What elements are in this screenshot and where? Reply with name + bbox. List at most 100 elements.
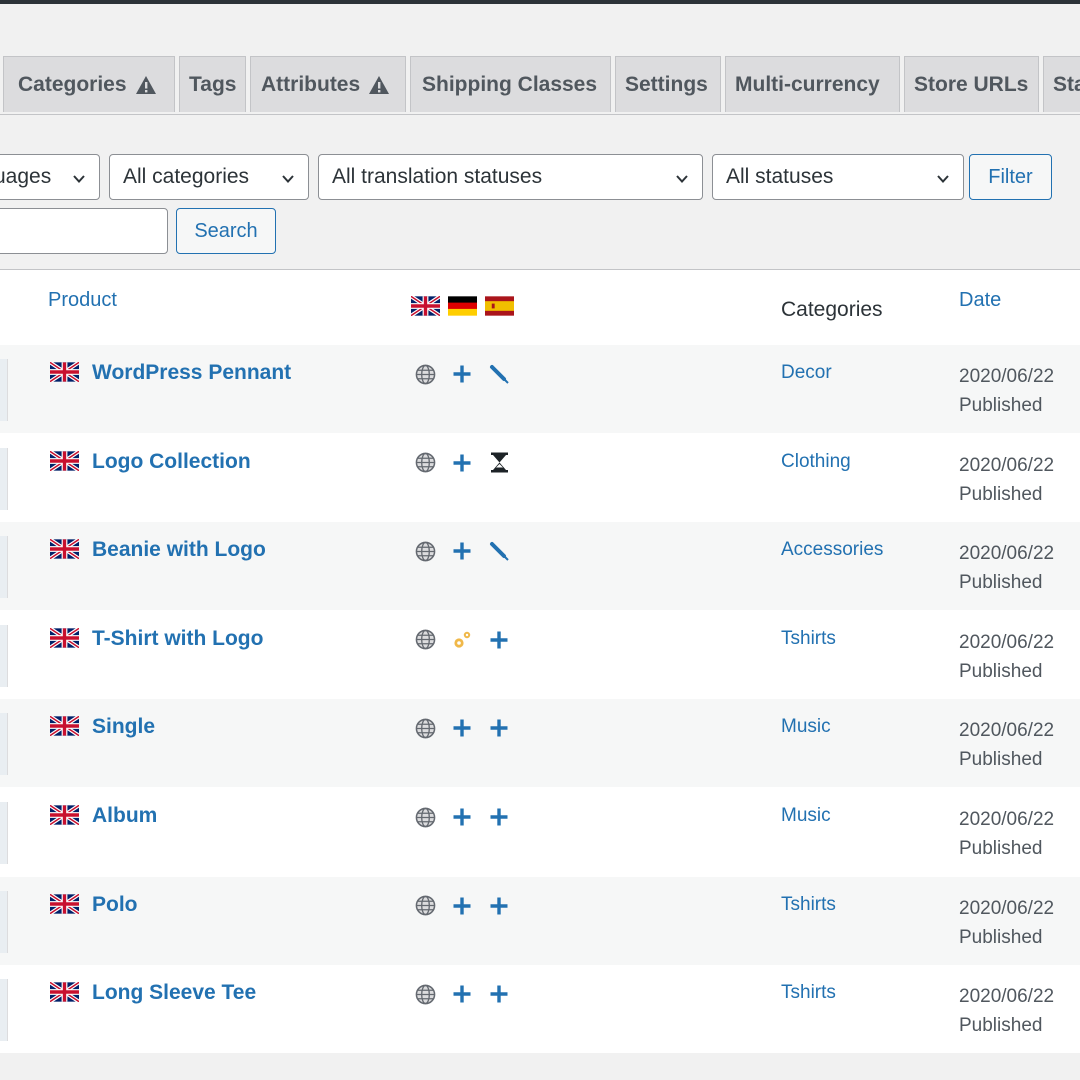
flag-uk-icon	[48, 892, 81, 919]
post-status-select-value: All statuses	[726, 165, 834, 188]
date-value: 2020/06/22	[959, 720, 1055, 742]
pencil-icon[interactable]	[488, 540, 510, 562]
flag-uk-icon	[48, 803, 81, 830]
globe-icon	[414, 540, 436, 562]
search-button[interactable]: Search	[176, 208, 276, 254]
post-status: Published	[959, 838, 1043, 859]
globe-icon	[414, 629, 436, 651]
post-status: Published	[959, 1015, 1043, 1037]
flag-uk-icon	[411, 296, 440, 316]
product-thumbnail[interactable]	[0, 979, 8, 1042]
flag-de-icon	[448, 296, 477, 316]
languages-select[interactable]: uages	[0, 154, 100, 200]
tab-label: Settings	[625, 72, 708, 96]
date-value: 2020/06/22	[959, 366, 1055, 387]
product-thumbnail[interactable]	[0, 359, 8, 421]
post-status: Published	[959, 749, 1043, 771]
plus-icon[interactable]	[488, 629, 510, 651]
tab-label: Tags	[189, 72, 237, 96]
globe-icon	[414, 363, 436, 385]
category-select-value: All categories	[123, 165, 250, 188]
plus-icon[interactable]	[451, 452, 473, 474]
product-thumbnail[interactable]	[0, 890, 8, 953]
plus-icon[interactable]	[488, 717, 510, 739]
tab-status[interactable]: Sta	[1043, 56, 1080, 112]
product-title-link[interactable]: Album	[92, 804, 157, 828]
plus-icon[interactable]	[451, 983, 473, 1005]
category-select[interactable]: All categories	[109, 154, 309, 200]
product-title-link[interactable]: Long Sleeve Tee	[92, 981, 256, 1005]
tab-multi-currency[interactable]: Multi-currency	[725, 56, 900, 112]
date-cell: 2020/06/22 Published	[959, 539, 1054, 597]
flag-uk-icon	[48, 980, 81, 1007]
category-link[interactable]: Decor	[781, 362, 832, 384]
tab-settings[interactable]: Settings	[615, 56, 721, 112]
post-status: Published	[959, 572, 1043, 594]
product-title-link[interactable]: WordPress Pennant	[92, 361, 291, 385]
filter-button[interactable]: Filter	[969, 154, 1052, 200]
languages-select-value: uages	[0, 165, 52, 188]
flag-es-icon	[485, 296, 514, 316]
globe-icon	[414, 983, 436, 1005]
tab-attributes[interactable]: Attributes	[250, 56, 406, 112]
date-cell: 2020/06/22 Published	[959, 362, 1054, 420]
category-link[interactable]: Tshirts	[781, 894, 836, 916]
tab-label: Store URLs	[914, 72, 1029, 96]
table-row: T-Shirt with Logo Tshirts 2020/06/22 Publis…	[0, 611, 1080, 699]
plus-icon[interactable]	[451, 806, 473, 828]
category-link[interactable]: Tshirts	[781, 628, 836, 650]
date-cell: 2020/06/22 Published	[959, 716, 1054, 774]
tab-tags[interactable]: Tags	[179, 56, 246, 112]
flag-uk-icon	[48, 449, 81, 476]
category-link[interactable]: Clothing	[781, 451, 851, 473]
product-thumbnail[interactable]	[0, 713, 8, 776]
product-thumbnail[interactable]	[0, 802, 8, 864]
search-input[interactable]	[0, 208, 168, 254]
pencil-icon[interactable]	[488, 363, 510, 385]
product-thumbnail[interactable]	[0, 624, 8, 687]
tab-shipping-classes[interactable]: Shipping Classes	[410, 56, 611, 112]
gears-icon[interactable]	[451, 629, 473, 651]
product-title-link[interactable]: T-Shirt with Logo	[92, 627, 263, 651]
category-link[interactable]: Music	[781, 805, 831, 827]
product-title-link[interactable]: Polo	[92, 893, 138, 917]
category-link[interactable]: Accessories	[781, 539, 883, 561]
product-title-link[interactable]: Logo Collection	[92, 450, 251, 474]
date-cell: 2020/06/22 Published	[959, 982, 1054, 1040]
product-thumbnail[interactable]	[0, 447, 8, 510]
table-row: Long Sleeve Tee Tshirts 2020/06/22 Publishe…	[0, 965, 1080, 1053]
hourglass-icon[interactable]	[488, 452, 510, 474]
column-categories: Categories	[781, 298, 883, 321]
column-product-sort-link[interactable]: Product	[48, 289, 117, 312]
post-status: Published	[959, 483, 1043, 505]
plus-icon[interactable]	[488, 895, 510, 917]
date-value: 2020/06/22	[959, 986, 1055, 1008]
tab-categories[interactable]: Categories	[3, 56, 175, 112]
tab-store-urls[interactable]: Store URLs	[904, 56, 1039, 112]
globe-icon	[414, 806, 436, 828]
plus-icon[interactable]	[451, 540, 473, 562]
language-columns	[411, 296, 514, 316]
flag-uk-icon	[48, 537, 81, 564]
table-row: Single Music 2020/06/22 Published	[0, 699, 1080, 788]
tab-label: Shipping Classes	[422, 72, 598, 96]
plus-icon[interactable]	[488, 983, 510, 1005]
plus-icon[interactable]	[488, 806, 510, 828]
translation-status-select[interactable]: All translation statuses	[318, 154, 703, 200]
post-status-select[interactable]: All statuses	[712, 154, 964, 200]
column-date-sort-link[interactable]: Date	[959, 289, 1001, 312]
product-title-link[interactable]: Beanie with Logo	[92, 538, 266, 562]
category-link[interactable]: Tshirts	[781, 982, 836, 1004]
plus-icon[interactable]	[451, 717, 473, 739]
chevron-down-icon	[935, 169, 951, 193]
category-link[interactable]: Music	[781, 716, 831, 738]
date-cell: 2020/06/22 Published	[959, 451, 1054, 509]
tab-label: Attributes	[261, 72, 361, 96]
product-thumbnail[interactable]	[0, 536, 8, 599]
product-title-link[interactable]: Single	[92, 715, 155, 739]
plus-icon[interactable]	[451, 363, 473, 385]
plus-icon[interactable]	[451, 895, 473, 917]
date-value: 2020/06/22	[959, 543, 1055, 565]
table-header: Product Categories Date	[0, 270, 1080, 346]
chevron-down-icon	[71, 169, 87, 193]
